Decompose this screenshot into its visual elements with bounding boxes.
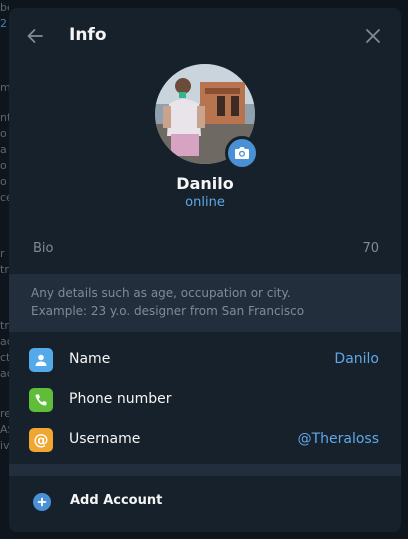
user-icon (29, 348, 53, 372)
bg-fragment: cta (0, 351, 9, 364)
phone-icon (29, 388, 53, 412)
bg-fragment: tr (0, 263, 9, 276)
bg-fragment: ac (0, 367, 9, 380)
name-label: Name (69, 351, 111, 367)
phone-label: Phone number (69, 391, 172, 407)
at-icon: @ (29, 428, 53, 452)
bg-fragment: o (0, 175, 7, 188)
bg-fragment: ac (0, 335, 9, 348)
avatar-container (155, 64, 259, 170)
change-photo-button[interactable] (225, 136, 259, 170)
info-modal: Info Danilo online Bio 70 Any details su… (9, 8, 401, 532)
bg-fragment: m (0, 81, 9, 94)
arrow-left-icon (27, 29, 43, 43)
background-chat-fragments: bers 2 m nt o a o o ce r tr tr ac cta ac… (0, 0, 9, 539)
username-value: @Theraloss (297, 431, 379, 447)
profile-status: online (185, 195, 225, 210)
modal-header: Info (9, 8, 401, 64)
add-account-button[interactable]: Add Account (9, 482, 401, 522)
phone-row[interactable]: Phone number (9, 380, 401, 420)
close-button[interactable] (355, 18, 391, 54)
background-right-strip (400, 0, 408, 539)
profile-name: Danilo (176, 174, 234, 193)
bg-fragment: ce (0, 191, 9, 204)
name-row[interactable]: Name Danilo (9, 340, 401, 380)
username-row[interactable]: @ Username @Theraloss (9, 420, 401, 460)
bio-char-counter: 70 (362, 241, 379, 256)
bg-fragment: AS (0, 423, 9, 436)
bg-fragment: o (0, 159, 7, 172)
bg-fragment: a (0, 143, 7, 156)
close-icon (366, 29, 380, 43)
username-label: Username (69, 431, 141, 447)
bio-hint-line: Any details such as age, occupation or c… (31, 286, 291, 300)
add-account-label: Add Account (70, 493, 163, 508)
bg-fragment: o (0, 127, 7, 140)
bg-fragment: tr (0, 319, 9, 332)
bg-fragment: nt (0, 111, 9, 124)
back-button[interactable] (17, 18, 53, 54)
bg-fragment: iv (0, 439, 9, 452)
bg-fragment: 2 (0, 17, 7, 30)
name-value: Danilo (334, 351, 379, 367)
plus-circle-icon (33, 493, 51, 511)
bio-hint-line: Example: 23 y.o. designer from San Franc… (31, 304, 305, 318)
bg-fragment: bers (0, 1, 9, 14)
bio-placeholder: Bio (33, 241, 54, 256)
bg-fragment: r (0, 247, 5, 260)
bg-fragment: re (0, 407, 9, 420)
bio-hint: Any details such as age, occupation or c… (9, 274, 401, 332)
bio-input[interactable]: Bio 70 (9, 232, 401, 272)
modal-title: Info (69, 25, 107, 45)
camera-icon (235, 147, 249, 159)
section-divider (9, 464, 401, 476)
